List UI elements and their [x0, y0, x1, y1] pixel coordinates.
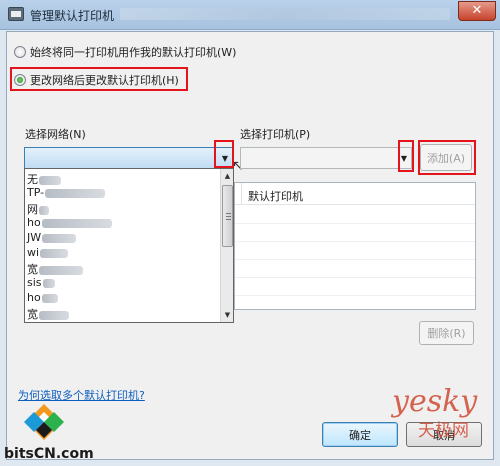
radio-change-by-network[interactable] — [14, 74, 26, 86]
list-item[interactable]: 宽 — [27, 261, 83, 276]
bitscn-logo-icon — [24, 404, 64, 440]
list-item[interactable]: TP- — [27, 186, 106, 200]
remove-button[interactable]: 删除(R) — [419, 321, 474, 345]
title-bar-blurred-area — [120, 8, 450, 20]
list-item[interactable]: 宽 — [27, 306, 69, 321]
printer-combobox[interactable]: ▼ — [240, 147, 412, 169]
yesky-watermark: yesky — [392, 384, 478, 419]
table-header: 默认打印机 — [235, 183, 475, 205]
network-combobox[interactable]: ▼ — [24, 147, 234, 169]
default-printer-table[interactable]: 默认打印机 — [234, 182, 476, 310]
scrollbar-thumb[interactable] — [222, 185, 233, 247]
list-item[interactable]: sis — [27, 276, 55, 290]
option-always-same-label: 始终将同一打印机用作我的默认打印机(W) — [30, 46, 237, 59]
network-dropdown-list[interactable]: 无 TP- 网 ho JW wi 宽 sis ho 宽 ▲ ▼ — [24, 168, 234, 323]
highlight-box-printer-arrow — [398, 140, 414, 172]
title-bar: 管理默认打印机 ✕ — [0, 0, 500, 30]
printer-label: 选择打印机(P) — [240, 128, 311, 141]
list-item[interactable]: ho — [27, 216, 112, 230]
ok-button[interactable]: 确定 — [322, 422, 398, 447]
scroll-up-icon[interactable]: ▲ — [221, 169, 233, 183]
table-header-default-printer: 默认打印机 — [248, 190, 303, 203]
option-always-same[interactable]: 始终将同一打印机用作我的默认打印机(W) — [14, 44, 236, 60]
list-item[interactable]: JW — [27, 231, 77, 245]
bitscn-logo — [12, 402, 76, 448]
highlight-box-add-button — [418, 140, 476, 175]
option-change-by-network-label: 更改网络后更改默认打印机(H) — [30, 74, 179, 87]
yesky-watermark-cn: 天极网 — [418, 421, 469, 441]
list-item[interactable]: 无 — [27, 171, 61, 186]
window-title: 管理默认打印机 — [30, 9, 115, 23]
list-item[interactable]: ho — [27, 291, 58, 305]
highlight-box-network-arrow — [214, 140, 234, 168]
close-button[interactable]: ✕ — [458, 1, 496, 21]
scroll-down-icon[interactable]: ▼ — [221, 308, 233, 322]
list-item[interactable]: wi — [27, 246, 69, 260]
bitscn-site-text: bitsCN.com — [4, 446, 94, 462]
list-item[interactable]: 网 — [27, 201, 49, 216]
help-link[interactable]: 为何选取多个默认打印机? — [18, 387, 145, 403]
option-change-by-network[interactable]: 更改网络后更改默认打印机(H) — [14, 72, 179, 88]
dropdown-scrollbar[interactable]: ▲ ▼ — [220, 169, 233, 322]
network-label: 选择网络(N) — [25, 128, 86, 141]
radio-always-same[interactable] — [14, 46, 26, 58]
printer-icon — [8, 7, 24, 21]
